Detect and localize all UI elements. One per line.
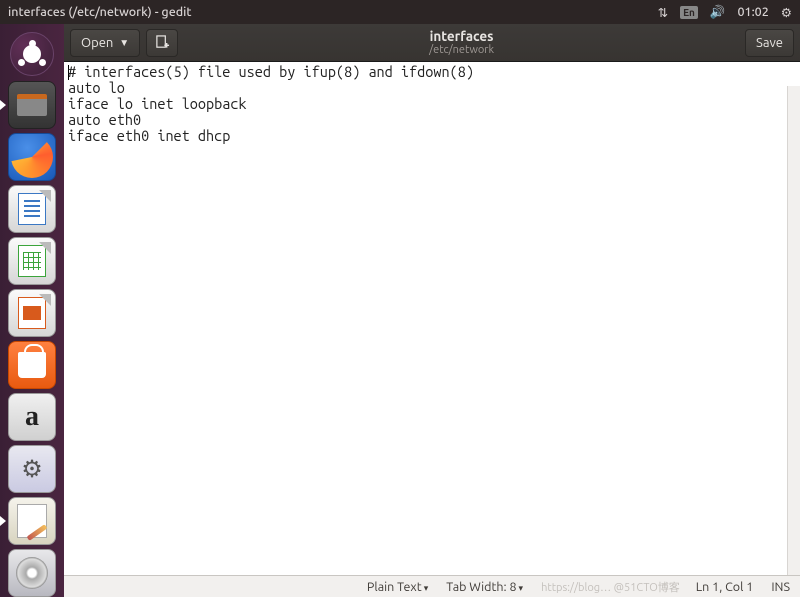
watermark-text: https://blog… @51CTO博客 [541, 579, 680, 595]
document-path: /etc/network [184, 44, 739, 56]
gedit-icon [8, 497, 56, 545]
clock[interactable]: 01:02 [738, 5, 769, 19]
firefox-icon [8, 133, 56, 181]
launcher-dash[interactable] [7, 30, 57, 77]
editor-content: # interfaces(5) file used by ifup(8) and… [68, 63, 474, 144]
disc-icon [8, 549, 56, 597]
open-button[interactable]: Open ▼ [70, 29, 140, 57]
launcher-files[interactable] [7, 81, 57, 129]
header-title-area: interfaces /etc/network [184, 29, 739, 56]
launcher-settings[interactable]: ⚙ [7, 445, 57, 493]
files-icon [8, 81, 56, 129]
open-button-label: Open [81, 36, 113, 50]
launcher-amazon[interactable]: a [7, 393, 57, 441]
network-icon[interactable]: ⇅ [658, 5, 668, 20]
top-panel-indicators: ⇅ En 🔊 01:02 ⚙ [658, 5, 792, 20]
top-panel: interfaces (/etc/network) - gedit ⇅ En 🔊… [0, 0, 800, 24]
status-bar: Plain Text Tab Width: 8 https://blog… @5… [64, 575, 800, 597]
tab-width-selector[interactable]: Tab Width: 8 [446, 580, 523, 594]
gedit-window: Open ▼ interfaces /etc/network Save # in… [64, 24, 800, 597]
sound-icon[interactable]: 🔊 [710, 5, 726, 20]
new-document-icon [155, 35, 170, 50]
launcher-libre-writer[interactable] [7, 185, 57, 233]
libreoffice-calc-icon [8, 237, 56, 285]
keyboard-lang-indicator[interactable]: En [680, 6, 698, 19]
gear-icon[interactable]: ⚙ [781, 5, 792, 20]
launcher-gedit[interactable] [7, 497, 57, 545]
ubuntu-logo-icon [10, 32, 54, 76]
settings-icon: ⚙ [8, 445, 56, 493]
amazon-icon: a [8, 393, 56, 441]
save-button[interactable]: Save [745, 29, 794, 57]
launcher-firefox[interactable] [7, 133, 57, 181]
document-title: interfaces [184, 29, 739, 44]
vertical-scrollbar[interactable] [787, 86, 800, 575]
cursor-position: Ln 1, Col 1 [696, 580, 754, 594]
chevron-down-icon: ▼ [119, 37, 129, 49]
insert-mode: INS [771, 580, 790, 594]
header-bar: Open ▼ interfaces /etc/network Save [64, 24, 800, 62]
launcher-libre-impress[interactable] [7, 289, 57, 337]
window-title: interfaces (/etc/network) - gedit [8, 5, 658, 19]
launcher-disc[interactable] [7, 549, 57, 597]
launcher: a ⚙ [0, 24, 64, 597]
save-button-label: Save [756, 36, 783, 50]
syntax-selector[interactable]: Plain Text [367, 580, 428, 594]
software-center-icon [8, 341, 56, 389]
new-tab-button[interactable] [146, 29, 178, 57]
libreoffice-impress-icon [8, 289, 56, 337]
launcher-software[interactable] [7, 341, 57, 389]
launcher-libre-calc[interactable] [7, 237, 57, 285]
libreoffice-writer-icon [8, 185, 56, 233]
text-editor[interactable]: # interfaces(5) file used by ifup(8) and… [64, 62, 800, 575]
